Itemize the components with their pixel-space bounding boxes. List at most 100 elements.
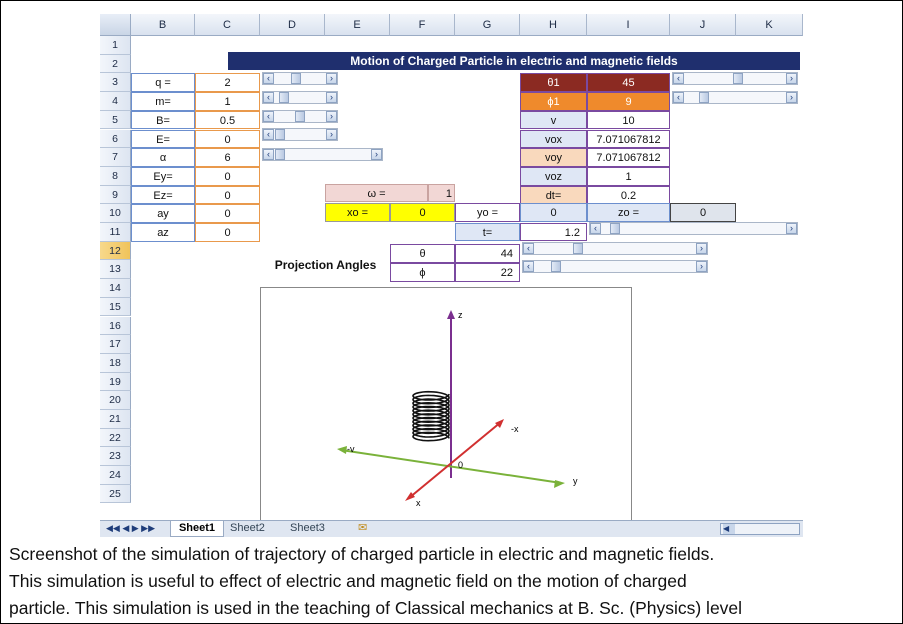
row-header-12[interactable]: 12 — [100, 241, 131, 261]
tab-nav-arrows[interactable]: ◀◀ ◀ ▶ ▶▶ — [106, 521, 155, 536]
column-header-e[interactable]: E — [325, 14, 390, 36]
scroll-left-arrow-icon[interactable]: ‹ — [263, 111, 274, 122]
param-value[interactable]: 0.2 — [587, 185, 670, 205]
param-value[interactable]: 6 — [195, 148, 260, 167]
row-header-11[interactable]: 11 — [100, 223, 131, 242]
scroll-right-arrow-icon[interactable]: › — [786, 223, 797, 234]
slider-thumb[interactable] — [699, 92, 709, 103]
slider-scrollbar[interactable]: ‹ › — [262, 91, 338, 104]
row-header-8[interactable]: 8 — [100, 166, 131, 186]
scroll-left-arrow-icon[interactable]: ‹ — [523, 261, 534, 272]
param-value[interactable]: 45 — [587, 73, 670, 93]
slider-thumb[interactable] — [610, 223, 620, 234]
slider-scrollbar[interactable]: ‹ › — [262, 148, 383, 161]
row-header-25[interactable]: 25 — [100, 484, 131, 504]
slider-thumb[interactable] — [279, 92, 289, 103]
param-value[interactable]: 0 — [195, 223, 260, 242]
column-header-d[interactable]: D — [260, 14, 325, 36]
row-header-7[interactable]: 7 — [100, 148, 131, 167]
slider-scrollbar[interactable]: ‹ › — [672, 91, 798, 104]
row-header-23[interactable]: 23 — [100, 447, 131, 467]
row-header-20[interactable]: 20 — [100, 391, 131, 410]
column-header-f[interactable]: F — [390, 14, 455, 36]
param-value[interactable]: 0 — [195, 204, 260, 223]
scroll-right-arrow-icon[interactable]: › — [696, 243, 707, 254]
slider-thumb[interactable] — [275, 129, 285, 140]
scroll-left-arrow-icon[interactable]: ‹ — [590, 223, 601, 234]
row-header-2[interactable]: 2 — [100, 54, 131, 74]
slider-scrollbar[interactable]: ‹ › — [672, 72, 798, 85]
scroll-left-arrow-icon[interactable]: ‹ — [673, 92, 684, 103]
slider-scrollbar[interactable]: ‹ › — [262, 128, 338, 141]
slider-scrollbar[interactable]: ‹ › — [589, 222, 798, 235]
row-header-19[interactable]: 19 — [100, 372, 131, 392]
slider-scrollbar[interactable]: ‹ › — [262, 72, 338, 85]
tab-sheet3[interactable]: Sheet3 — [290, 521, 325, 536]
row-header-10[interactable]: 10 — [100, 204, 131, 223]
column-header-i[interactable]: I — [587, 14, 670, 36]
row-header-3[interactable]: 3 — [100, 73, 131, 93]
row-header-14[interactable]: 14 — [100, 279, 131, 298]
scroll-right-arrow-icon[interactable]: › — [786, 73, 797, 84]
column-header-k[interactable]: K — [736, 14, 803, 36]
scroll-left-arrow-icon[interactable]: ‹ — [523, 243, 534, 254]
param-value[interactable]: 0 — [195, 129, 260, 149]
column-header-h[interactable]: H — [520, 14, 587, 36]
row-header-4[interactable]: 4 — [100, 92, 131, 111]
param-value[interactable]: 0 — [195, 166, 260, 186]
scroll-right-arrow-icon[interactable]: › — [696, 261, 707, 272]
horizontal-scrollbar[interactable]: ◀ — [720, 523, 800, 535]
param-value[interactable]: 7.071067812 — [587, 148, 670, 167]
row-header-24[interactable]: 24 — [100, 466, 131, 485]
z0-value[interactable]: 0 — [670, 203, 736, 222]
row-header-17[interactable]: 17 — [100, 335, 131, 354]
slider-scrollbar[interactable]: ‹ › — [522, 260, 708, 273]
slider-thumb[interactable] — [551, 261, 561, 272]
row-header-5[interactable]: 5 — [100, 110, 131, 130]
param-value[interactable]: 1 — [587, 166, 670, 186]
row-header-6[interactable]: 6 — [100, 129, 131, 149]
slider-thumb[interactable] — [275, 149, 285, 160]
row-header-18[interactable]: 18 — [100, 353, 131, 373]
tab-sheet2[interactable]: Sheet2 — [230, 521, 265, 536]
scroll-left-arrow-icon[interactable]: ‹ — [263, 92, 274, 103]
row-header-1[interactable]: 1 — [100, 36, 131, 55]
param-value[interactable]: 9 — [587, 92, 670, 111]
select-all-corner[interactable] — [100, 14, 131, 36]
row-header-13[interactable]: 13 — [100, 260, 131, 280]
slider-scrollbar[interactable]: ‹ › — [262, 110, 338, 123]
insert-sheet-icon[interactable]: ✉ — [358, 521, 367, 536]
slider-thumb[interactable] — [733, 73, 743, 84]
param-value[interactable]: 0.5 — [195, 110, 260, 130]
slider-thumb[interactable] — [295, 111, 305, 122]
row-header-16[interactable]: 16 — [100, 316, 131, 336]
row-header-21[interactable]: 21 — [100, 410, 131, 429]
row-header-22[interactable]: 22 — [100, 428, 131, 448]
x0-value[interactable]: 0 — [390, 203, 455, 222]
param-value[interactable]: 1 — [195, 92, 260, 111]
tab-sheet1[interactable]: Sheet1 — [170, 521, 224, 537]
row-header-9[interactable]: 9 — [100, 185, 131, 205]
param-value[interactable]: 0 — [195, 185, 260, 205]
scroll-left-arrow-icon[interactable]: ‹ — [263, 129, 274, 140]
slider-thumb[interactable] — [291, 73, 301, 84]
scroll-left-arrow-icon[interactable]: ‹ — [263, 73, 274, 84]
slider-scrollbar[interactable]: ‹ › — [522, 242, 708, 255]
scroll-right-arrow-icon[interactable]: › — [326, 92, 337, 103]
param-value[interactable]: 2 — [195, 73, 260, 93]
y0-value[interactable]: 0 — [520, 203, 587, 222]
omega-value[interactable]: 1 — [428, 184, 455, 202]
column-header-j[interactable]: J — [670, 14, 736, 36]
scroll-right-arrow-icon[interactable]: › — [326, 129, 337, 140]
param-value[interactable]: 7.071067812 — [587, 129, 670, 149]
scroll-right-arrow-icon[interactable]: › — [326, 73, 337, 84]
column-header-c[interactable]: C — [195, 14, 260, 36]
scroll-right-arrow-icon[interactable]: › — [326, 111, 337, 122]
scroll-right-arrow-icon[interactable]: › — [371, 149, 382, 160]
scroll-left-arrow-icon[interactable]: ‹ — [673, 73, 684, 84]
column-header-g[interactable]: G — [455, 14, 520, 36]
slider-thumb[interactable] — [573, 243, 583, 254]
scroll-left-arrow-icon[interactable]: ‹ — [263, 149, 274, 160]
param-value[interactable]: 10 — [587, 110, 670, 130]
column-header-b[interactable]: B — [131, 14, 195, 36]
